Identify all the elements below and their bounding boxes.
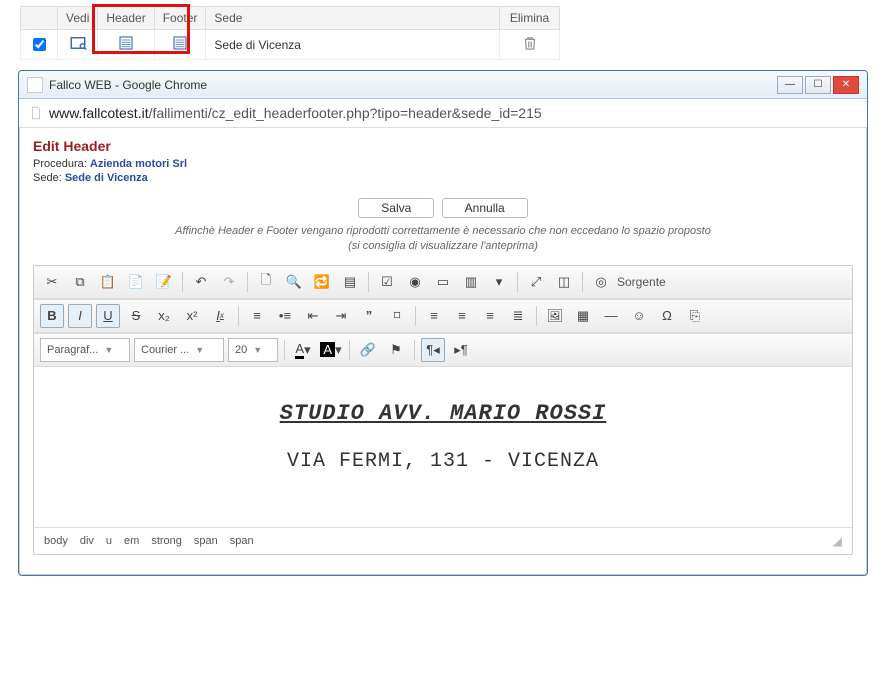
col-elimina: Elimina <box>500 7 560 30</box>
bullet-list-button[interactable]: •≡ <box>273 304 297 328</box>
col-footer: Footer <box>154 7 206 30</box>
window-titlebar: Fallco WEB - Google Chrome — ☐ ✕ <box>19 71 867 99</box>
image-button[interactable]: 🖼 <box>543 304 567 328</box>
new-page-icon[interactable]: 🗋 <box>254 270 278 294</box>
textfield-icon[interactable]: ▭ <box>431 270 455 294</box>
div-button[interactable]: ⌑ <box>385 304 409 328</box>
toolbar-row-3: Paragraf...▼ Courier ...▼ 20▼ A▾ A▾ 🔗 ⚑ … <box>34 333 852 367</box>
align-right-button[interactable]: ≡ <box>478 304 502 328</box>
font-combo[interactable]: Courier ...▼ <box>134 338 224 362</box>
rtl-button[interactable]: ▸¶ <box>449 338 473 362</box>
align-left-button[interactable]: ≡ <box>422 304 446 328</box>
italic-button[interactable]: I <box>68 304 92 328</box>
special-char-button[interactable]: Ω <box>655 304 679 328</box>
indent-button[interactable]: ⇥ <box>329 304 353 328</box>
align-center-button[interactable]: ≡ <box>450 304 474 328</box>
minimize-button[interactable]: — <box>777 76 803 94</box>
bg-color-button[interactable]: A▾ <box>319 338 343 362</box>
sede-table: Vedi Header Footer Sede Elimina Sede di … <box>20 6 560 60</box>
page-title: Edit Header <box>33 138 853 154</box>
content-line-2: VIA FERMI, 131 - VICENZA <box>50 450 836 473</box>
cancel-button[interactable]: Annulla <box>442 198 528 218</box>
redo-icon[interactable]: ↷ <box>217 270 241 294</box>
replace-icon[interactable]: 🔁 <box>310 270 334 294</box>
hr-button[interactable]: ― <box>599 304 623 328</box>
select-icon[interactable]: ▾ <box>487 270 511 294</box>
footer-button[interactable] <box>154 30 206 60</box>
cut-icon[interactable]: ✂ <box>40 270 64 294</box>
window-title: Fallco WEB - Google Chrome <box>49 78 777 92</box>
paste-word-icon[interactable]: 📝 <box>152 270 176 294</box>
path-item[interactable]: strong <box>151 535 182 547</box>
select-all-icon[interactable]: ▤ <box>338 270 362 294</box>
path-item[interactable]: body <box>44 535 68 547</box>
background-table-area: Vedi Header Footer Sede Elimina Sede di … <box>0 0 886 60</box>
procedura-row: Procedura: Azienda motori Srl <box>33 158 853 170</box>
strike-button[interactable]: S <box>124 304 148 328</box>
find-icon[interactable]: 🔍 <box>282 270 306 294</box>
maximize-editor-icon[interactable]: ⤢ <box>524 270 548 294</box>
blockquote-button[interactable]: ” <box>357 304 381 328</box>
header-button[interactable] <box>98 30 154 60</box>
source-label[interactable]: Sorgente <box>617 275 666 289</box>
view-button[interactable] <box>58 30 98 60</box>
remove-format-button[interactable]: Ix <box>208 304 232 328</box>
resize-handle[interactable]: ◢ <box>833 534 842 548</box>
page-break-button[interactable]: ⎘ <box>683 304 707 328</box>
sede-cell: Sede di Vicenza <box>206 30 500 60</box>
numbered-list-button[interactable]: ≡ <box>245 304 269 328</box>
note-text: Affinchè Header e Footer vengano riprodo… <box>33 224 853 255</box>
source-icon[interactable]: ◎ <box>589 270 613 294</box>
address-bar[interactable]: www.fallcotest.it/fallimenti/cz_edit_hea… <box>19 99 867 128</box>
format-combo[interactable]: Paragraf...▼ <box>40 338 130 362</box>
close-button[interactable]: ✕ <box>833 76 859 94</box>
path-item[interactable]: span <box>230 535 254 547</box>
checkbox-icon[interactable]: ☑ <box>375 270 399 294</box>
ltr-button[interactable]: ¶◂ <box>421 338 445 362</box>
element-path: body div u em strong span span ◢ <box>34 527 852 554</box>
url-host: www.fallcotest.it <box>49 105 149 121</box>
col-header: Header <box>98 7 154 30</box>
size-combo[interactable]: 20▼ <box>228 338 278 362</box>
path-item[interactable]: div <box>80 535 94 547</box>
favicon <box>27 77 43 93</box>
path-item[interactable]: em <box>124 535 139 547</box>
page-icon <box>29 105 43 121</box>
show-blocks-icon[interactable]: ◫ <box>552 270 576 294</box>
subscript-button[interactable]: x₂ <box>152 304 176 328</box>
content-line-1: STUDIO AVV. MARIO ROSSI <box>50 401 836 426</box>
radio-icon[interactable]: ◉ <box>403 270 427 294</box>
delete-button[interactable] <box>500 30 560 60</box>
sede-row: Sede: Sede di Vicenza <box>33 172 853 184</box>
rich-text-editor: ✂ ⧉ 📋 📄 📝 ↶ ↷ 🗋 🔍 🔁 ▤ ☑ ◉ ▭ ▥ ▾ <box>33 265 853 555</box>
paste-text-icon[interactable]: 📄 <box>124 270 148 294</box>
col-sede: Sede <box>206 7 500 30</box>
link-button[interactable]: 🔗 <box>356 338 380 362</box>
toolbar-row-2: B I U S x₂ x² Ix ≡ •≡ ⇤ ⇥ ” ⌑ ≡ ≡ ≡ ≣ <box>34 299 852 333</box>
smiley-button[interactable]: ☺ <box>627 304 651 328</box>
bold-button[interactable]: B <box>40 304 64 328</box>
table-row: Sede di Vicenza <box>21 30 560 60</box>
save-button[interactable]: Salva <box>358 198 434 218</box>
toolbar-row-1: ✂ ⧉ 📋 📄 📝 ↶ ↷ 🗋 🔍 🔁 ▤ ☑ ◉ ▭ ▥ ▾ <box>34 266 852 299</box>
text-color-button[interactable]: A▾ <box>291 338 315 362</box>
anchor-button[interactable]: ⚑ <box>384 338 408 362</box>
copy-icon[interactable]: ⧉ <box>68 270 92 294</box>
table-button[interactable]: ▦ <box>571 304 595 328</box>
row-checkbox[interactable] <box>33 38 46 51</box>
textarea-icon[interactable]: ▥ <box>459 270 483 294</box>
maximize-button[interactable]: ☐ <box>805 76 831 94</box>
outdent-button[interactable]: ⇤ <box>301 304 325 328</box>
underline-button[interactable]: U <box>96 304 120 328</box>
col-vedi: Vedi <box>58 7 98 30</box>
path-item[interactable]: u <box>106 535 112 547</box>
superscript-button[interactable]: x² <box>180 304 204 328</box>
align-justify-button[interactable]: ≣ <box>506 304 530 328</box>
path-item[interactable]: span <box>194 535 218 547</box>
paste-icon[interactable]: 📋 <box>96 270 120 294</box>
popup-window: Fallco WEB - Google Chrome — ☐ ✕ www.fal… <box>18 70 868 576</box>
url-path: /fallimenti/cz_edit_headerfooter.php?tip… <box>149 105 542 121</box>
editor-content[interactable]: STUDIO AVV. MARIO ROSSI VIA FERMI, 131 -… <box>34 367 852 527</box>
undo-icon[interactable]: ↶ <box>189 270 213 294</box>
